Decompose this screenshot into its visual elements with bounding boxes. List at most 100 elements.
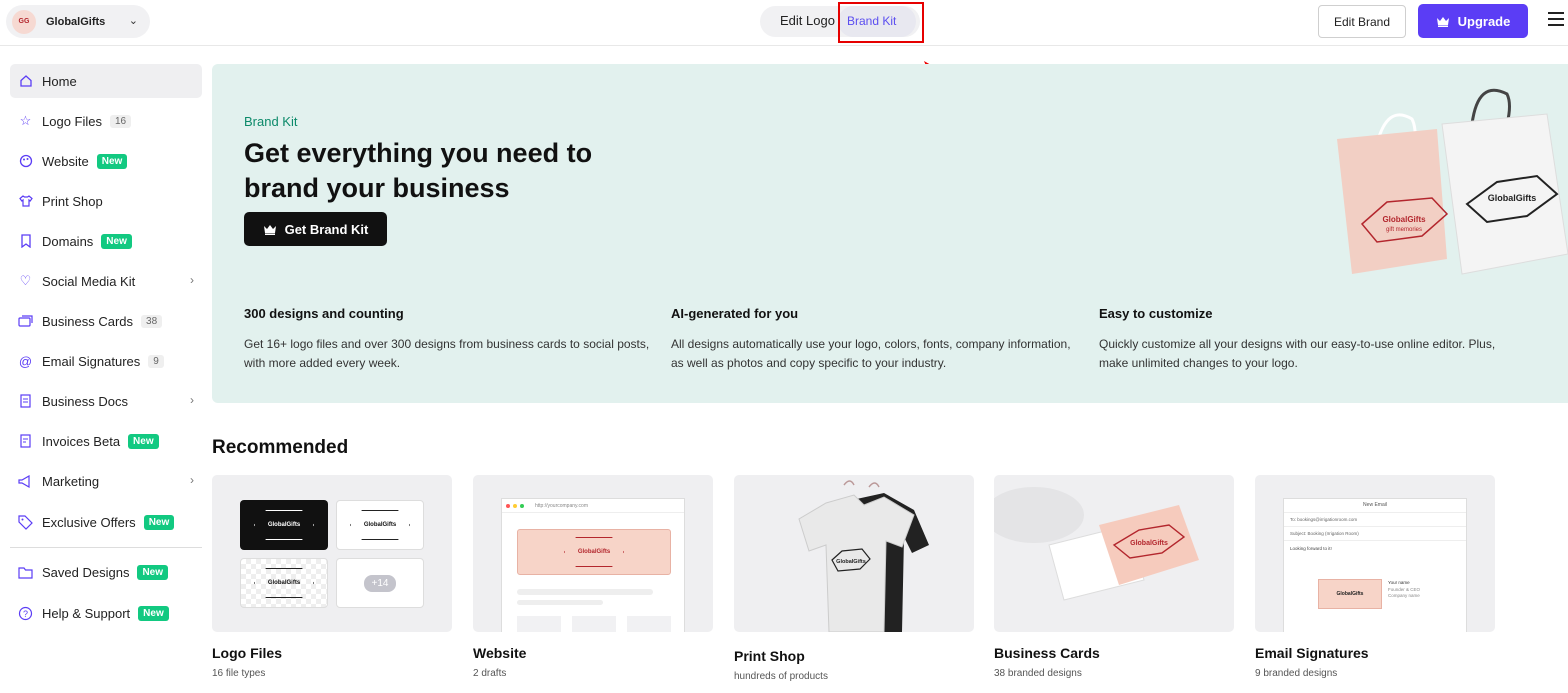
sidebar-divider	[10, 547, 202, 548]
sidebar-item-label: Business Docs	[42, 393, 128, 409]
megaphone-icon	[18, 474, 33, 489]
recommended-title: Recommended	[212, 437, 349, 458]
sidebar-item-saved-designs[interactable]: Saved Designs New	[10, 555, 202, 589]
sidebar-item-business-docs[interactable]: Business Docs ›	[10, 384, 202, 418]
feature-title: AI-generated for you	[671, 306, 799, 321]
email-window-title: New Email	[1363, 502, 1387, 508]
chevron-right-icon: ›	[190, 393, 194, 407]
sidebar-item-domains[interactable]: Domains New	[10, 224, 202, 258]
count-badge: 38	[141, 314, 163, 328]
heart-icon: ♡	[19, 273, 32, 288]
sidebar-item-label: Business Cards	[42, 313, 134, 329]
card-label: Email Signatures	[1255, 645, 1369, 661]
logo-mark: GlobalGifts	[350, 510, 410, 540]
sidebar-item-marketing[interactable]: Marketing ›	[10, 464, 202, 498]
sidebar-item-business-cards[interactable]: Business Cards 38	[10, 304, 202, 338]
sidebar-item-label: Saved Designs	[42, 564, 130, 580]
sidebar-item-print-shop[interactable]: Print Shop	[10, 184, 202, 218]
new-badge: New	[96, 153, 128, 169]
feature-customize: Easy to customize Quickly customize all …	[1099, 306, 1509, 373]
logo-mark: GlobalGifts	[564, 537, 624, 567]
tab-edit-logo[interactable]: Edit Logo	[780, 13, 835, 28]
feature-text: All designs automatically use your logo,…	[671, 337, 1071, 370]
hamburger-menu-icon[interactable]	[1548, 12, 1564, 26]
card-sub: 38 branded designs	[994, 668, 1082, 679]
card-sub: 2 drafts	[473, 668, 507, 679]
upgrade-label: Upgrade	[1457, 13, 1511, 29]
email-mock: New Email To: bookings@irrigationroom.co…	[1283, 498, 1467, 632]
new-badge: New	[101, 233, 132, 249]
sidebar-item-help-support[interactable]: ? Help & Support New	[10, 596, 202, 630]
sidebar-item-label: Marketing	[42, 473, 100, 489]
email-to: To: bookings@irrigationroom.com	[1284, 513, 1466, 527]
logo-tile-dark: GlobalGifts	[240, 500, 328, 550]
svg-text:?: ?	[23, 609, 28, 619]
svg-text:GlobalGifts: GlobalGifts	[836, 559, 866, 565]
card-label: Logo Files	[212, 645, 282, 661]
feature-title: 300 designs and counting	[244, 306, 404, 321]
get-brand-kit-label: Get Brand Kit	[284, 221, 369, 237]
new-badge: New	[143, 514, 175, 530]
count-badge: 16	[109, 114, 132, 128]
new-badge: New	[138, 605, 169, 621]
edit-brand-button[interactable]: Edit Brand	[1318, 5, 1406, 38]
sidebar-item-home[interactable]: Home	[10, 64, 202, 98]
crown-icon	[1436, 16, 1449, 27]
get-brand-kit-button[interactable]: Get Brand Kit	[244, 212, 387, 246]
signature-company: Company name	[1388, 593, 1420, 598]
feature-title: Easy to customize	[1099, 306, 1213, 321]
sidebar-item-label: Domains	[42, 233, 94, 249]
svg-text:GlobalGifts: GlobalGifts	[1130, 540, 1168, 547]
highlight-box	[838, 2, 924, 43]
card-logo-files[interactable]: GlobalGifts GlobalGifts GlobalGifts +14	[212, 475, 452, 632]
card-sub: 16 file types	[212, 668, 266, 679]
sidebar-item-label: Print Shop	[42, 193, 103, 209]
sidebar-item-label: Invoices Beta	[42, 433, 121, 449]
new-badge: New	[137, 564, 169, 580]
document-icon	[18, 394, 33, 409]
card-label: Business Cards	[994, 645, 1100, 661]
sidebar-item-label: Social Media Kit	[42, 273, 136, 289]
tshirt-icon	[18, 194, 33, 209]
sidebar-item-social-media-kit[interactable]: ♡ Social Media Kit ›	[10, 264, 202, 298]
brand-name: GlobalGifts	[46, 15, 106, 28]
card-sub: 9 branded designs	[1255, 668, 1338, 679]
sidebar-item-label: Exclusive Offers	[42, 514, 136, 530]
card-label: Print Shop	[734, 648, 805, 664]
browser-mock: http://yourcompany.com GlobalGifts	[501, 498, 685, 632]
logo-mark: GlobalGifts	[254, 510, 314, 540]
logo-tile-transparent: GlobalGifts	[240, 558, 328, 608]
chevron-right-icon: ›	[190, 473, 194, 487]
hero-title: Get everything you need to brand your bu…	[244, 138, 593, 203]
palette-icon	[18, 154, 33, 169]
cards-icon	[18, 314, 33, 329]
sidebar-item-invoices[interactable]: Invoices Beta New	[10, 424, 202, 458]
card-email-signatures[interactable]: New Email To: bookings@irrigationroom.co…	[1255, 475, 1495, 632]
invoice-icon	[18, 434, 33, 449]
sidebar-item-website[interactable]: Website New	[10, 144, 202, 178]
logo-tile-more: +14	[336, 558, 424, 608]
card-sub: hundreds of products	[734, 671, 828, 682]
sidebar-item-exclusive-offers[interactable]: Exclusive Offers New	[10, 505, 202, 539]
card-business-cards[interactable]: GlobalGifts	[994, 475, 1234, 632]
question-icon: ?	[18, 606, 33, 621]
home-icon	[18, 74, 33, 89]
bookmark-icon	[18, 234, 33, 249]
card-print-shop[interactable]: GlobalGifts	[734, 475, 974, 632]
svg-text:GlobalGifts: GlobalGifts	[1382, 215, 1426, 224]
card-website[interactable]: http://yourcompany.com GlobalGifts	[473, 475, 713, 632]
crown-icon	[263, 224, 276, 235]
sidebar-item-label: Home	[42, 73, 77, 89]
chevron-right-icon: ›	[190, 273, 194, 287]
sidebar-item-logo-files[interactable]: ☆ Logo Files 16	[10, 104, 202, 138]
sidebar-item-label: Help & Support	[42, 605, 131, 621]
tag-icon	[18, 514, 33, 530]
logo-tile-light: GlobalGifts	[336, 500, 424, 550]
sidebar-item-email-signatures[interactable]: @ Email Signatures 9	[10, 344, 202, 378]
feature-ai: AI-generated for you All designs automat…	[671, 306, 1081, 373]
logo-mark: GlobalGifts	[254, 568, 314, 598]
new-badge: New	[128, 433, 159, 449]
sidebar-item-label: Website	[42, 153, 89, 169]
brand-switcher[interactable]: GG GlobalGifts ⌄	[6, 5, 150, 38]
upgrade-button[interactable]: Upgrade	[1418, 4, 1528, 38]
